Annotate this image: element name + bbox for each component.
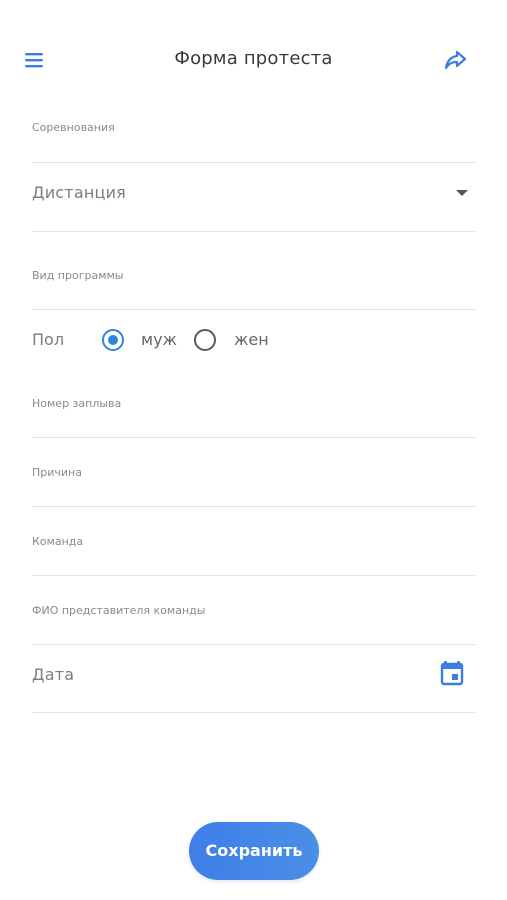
distance-label: Дистанция — [32, 183, 126, 202]
gender-radio-group: Пол муж жен — [32, 320, 476, 360]
distance-select[interactable]: Дистанция — [32, 163, 476, 232]
chevron-down-icon[interactable] — [456, 190, 468, 196]
calendar-icon[interactable] — [440, 660, 464, 686]
app-header: Форма протеста — [0, 38, 507, 82]
reason-label: Причина — [32, 466, 82, 479]
team-label: Команда — [32, 535, 84, 548]
team-field[interactable]: Команда — [32, 528, 476, 576]
program-type-field[interactable]: Вид программы — [32, 262, 476, 310]
page-title: Форма протеста — [174, 48, 333, 69]
gender-female-radio[interactable] — [194, 329, 216, 351]
heat-number-label: Номер заплыва — [32, 397, 122, 410]
gender-male-radio[interactable] — [102, 329, 124, 351]
program-type-label: Вид программы — [32, 269, 124, 282]
gender-label: Пол — [32, 330, 65, 349]
date-field[interactable]: Дата — [32, 645, 476, 713]
save-button[interactable]: Сохранить — [189, 822, 319, 880]
protest-form-screen: Форма протеста Соревнования Дистанция Ви… — [0, 0, 507, 900]
share-icon[interactable] — [443, 48, 469, 72]
gender-female-label[interactable]: жен — [234, 330, 269, 349]
gender-male-label[interactable]: муж — [141, 330, 177, 349]
team-rep-field[interactable]: ФИО представителя команды — [32, 597, 476, 645]
competitions-label: Соревнования — [32, 121, 115, 134]
reason-field[interactable]: Причина — [32, 459, 476, 507]
team-rep-label: ФИО представителя команды — [32, 604, 206, 617]
heat-number-field[interactable]: Номер заплыва — [32, 390, 476, 438]
date-label: Дата — [32, 665, 75, 684]
competitions-field[interactable]: Соревнования — [32, 115, 476, 163]
